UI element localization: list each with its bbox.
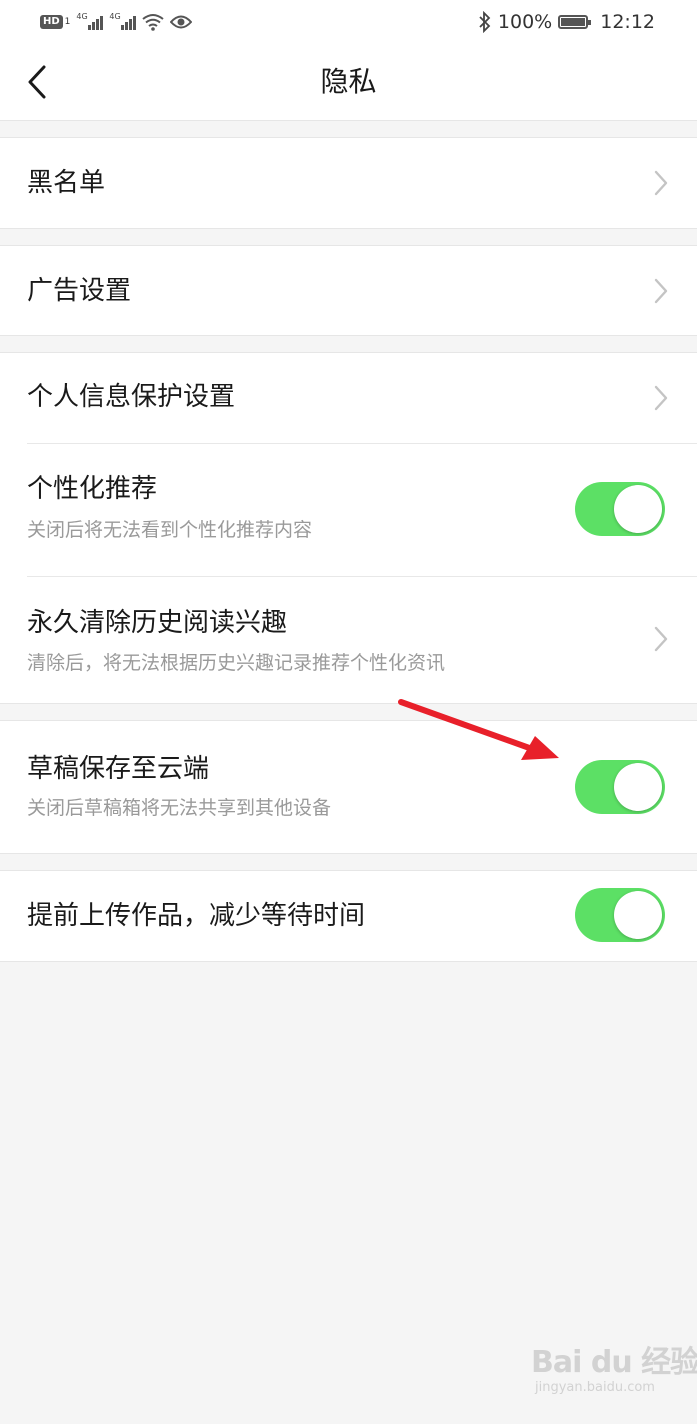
chevron-right-icon [654,278,668,304]
ad-settings-title: 广告设置 [27,276,132,306]
watermark-url: jingyan.baidu.com [535,1380,655,1395]
status-left-icons: HD 1 4G 4G [40,10,193,34]
clear-history-row[interactable]: 永久清除历史阅读兴趣 清除后，将无法根据历史兴趣记录推荐个性化资讯 [0,577,697,703]
battery-icon [558,15,592,29]
chevron-right-icon [654,385,668,411]
settings-group-privacy: 个人信息保护设置 个性化推荐 关闭后将无法看到个性化推荐内容 永久清除历史阅读兴… [0,352,697,704]
signal-icon: 4G [76,12,104,30]
annotation-arrow-icon [398,699,559,760]
settings-group-blacklist: 黑名单 [0,137,697,229]
hd-badge: HD [40,15,63,29]
settings-group-upload: 提前上传作品，减少等待时间 [0,870,697,962]
toggle-knob [614,485,662,533]
draft-cloud-subtitle: 关闭后草稿箱将无法共享到其他设备 [27,797,332,819]
signal-icon: 4G [109,12,137,30]
battery-percent: 100% [497,11,553,33]
page-title: 隐私 [320,65,377,98]
watermark-logo: Bai du 经验 [531,1345,697,1380]
personal-info-title: 个人信息保护设置 [27,382,236,412]
pre-upload-title: 提前上传作品，减少等待时间 [27,901,366,931]
settings-group-ads: 广告设置 [0,245,697,336]
personalized-row: 个性化推荐 关闭后将无法看到个性化推荐内容 [0,444,697,576]
clear-history-title: 永久清除历史阅读兴趣 [27,608,288,638]
eye-icon [170,15,193,29]
bluetooth-icon [479,11,491,33]
sim-number: 1 [64,17,71,27]
personalized-toggle[interactable] [575,482,665,536]
personalized-subtitle: 关闭后将无法看到个性化推荐内容 [27,519,313,541]
toggle-knob [614,763,662,811]
chevron-right-icon [654,626,668,652]
blacklist-row[interactable]: 黑名单 [0,138,697,228]
personalized-title: 个性化推荐 [27,474,158,504]
network-label: 4G [109,12,121,21]
ad-settings-row[interactable]: 广告设置 [0,246,697,335]
draft-cloud-row: 草稿保存至云端 关闭后草稿箱将无法共享到其他设备 [0,721,697,853]
blacklist-title: 黑名单 [27,168,106,198]
settings-group-draft: 草稿保存至云端 关闭后草稿箱将无法共享到其他设备 [0,720,697,854]
status-bar: HD 1 4G 4G 100% 12:12 [0,0,697,44]
status-right-icons: 100% 12:12 [478,8,655,36]
clear-history-subtitle: 清除后，将无法根据历史兴趣记录推荐个性化资讯 [27,652,446,674]
wifi-icon [142,14,165,31]
clock: 12:12 [600,11,655,33]
network-label: 4G [76,12,88,21]
draft-cloud-toggle[interactable] [575,760,665,814]
baidu-jingyan-watermark: Bai du 经验 jingyan.baidu.com [531,1345,697,1410]
pre-upload-toggle[interactable] [575,888,665,942]
draft-cloud-title: 草稿保存至云端 [27,754,210,784]
personal-info-row[interactable]: 个人信息保护设置 [0,353,697,443]
pre-upload-row: 提前上传作品，减少等待时间 [0,871,697,961]
chevron-right-icon [654,170,668,196]
navigation-bar: 隐私 [0,44,697,121]
toggle-knob [614,891,662,939]
